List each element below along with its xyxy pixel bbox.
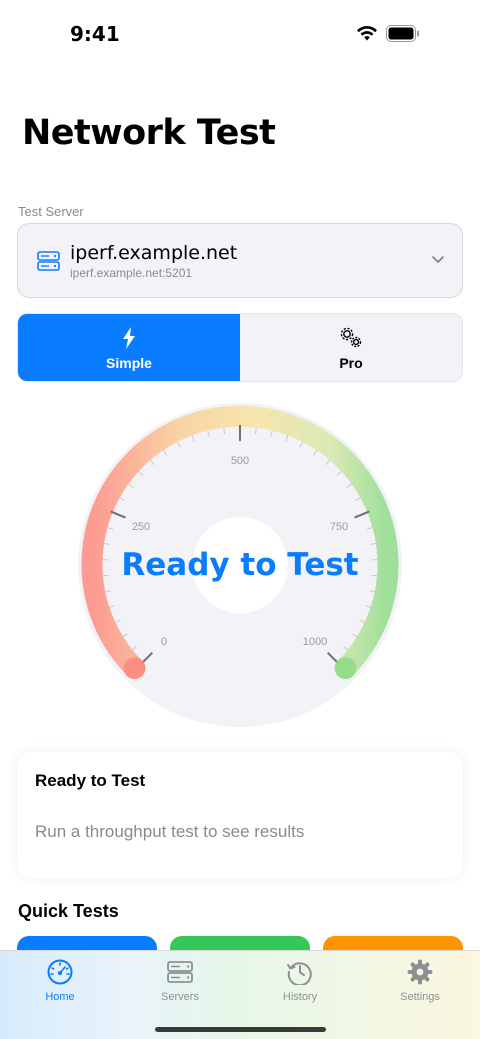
gauge-tick-label-0: 0 — [161, 636, 167, 648]
status-bar: 9:41 — [0, 0, 480, 66]
server-section-label: Test Server — [18, 204, 84, 219]
gauge-start-dot — [123, 657, 146, 680]
tab-servers-label: Servers — [161, 991, 199, 1003]
home-indicator — [155, 1027, 326, 1032]
history-icon — [287, 962, 312, 985]
tab-home[interactable]: Home — [0, 951, 120, 1011]
gears-icon — [340, 327, 362, 348]
chevron-down-icon — [432, 256, 444, 263]
server-picker[interactable]: iperf.example.net iperf.example.net:5201 — [17, 223, 463, 298]
tab-history[interactable]: History — [240, 951, 360, 1011]
tab-servers[interactable]: Servers — [120, 951, 240, 1011]
mode-toggle: Simple Pro — [17, 313, 463, 382]
gauge-tick-label-1000: 1000 — [303, 636, 327, 648]
server-icon — [167, 961, 193, 983]
server-address: iperf.example.net:5201 — [70, 266, 193, 280]
page-title: Network Test — [22, 113, 276, 153]
gauge-tick-label-750: 750 — [330, 521, 348, 533]
server-name: iperf.example.net — [70, 242, 238, 264]
server-icon — [37, 251, 60, 271]
tab-home-label: Home — [45, 991, 75, 1003]
tab-settings[interactable]: Settings — [360, 951, 480, 1011]
mode-pro-button[interactable]: Pro — [240, 314, 462, 381]
gauge-end-dot — [334, 657, 357, 680]
result-description: Run a throughput test to see results — [35, 822, 305, 841]
battery-icon — [386, 25, 419, 42]
gauge-minor-tick — [223, 427, 225, 434]
tab-bar: Home Servers History Settings — [0, 950, 480, 1039]
mode-pro-label: Pro — [339, 355, 363, 371]
tab-history-label: History — [282, 991, 318, 1003]
mode-simple-label: Simple — [106, 355, 152, 371]
status-time: 9:41 — [70, 22, 120, 46]
quick-tests-title: Quick Tests — [18, 901, 119, 921]
gauge-status: Ready to Test — [121, 547, 359, 583]
gauge-tick-label-500: 500 — [231, 455, 249, 467]
gauge-tick-label-250: 250 — [132, 521, 150, 533]
bolt-icon — [123, 327, 135, 349]
speedometer-icon — [47, 959, 73, 985]
wifi-icon — [357, 25, 377, 41]
tab-settings-label: Settings — [400, 991, 440, 1003]
result-title: Ready to Test — [35, 771, 146, 790]
result-card: Ready to Test Run a throughput test to s… — [17, 752, 463, 878]
gear-icon — [407, 959, 433, 985]
mode-simple-button[interactable]: Simple — [18, 314, 240, 381]
gauge-minor-tick — [255, 427, 257, 434]
